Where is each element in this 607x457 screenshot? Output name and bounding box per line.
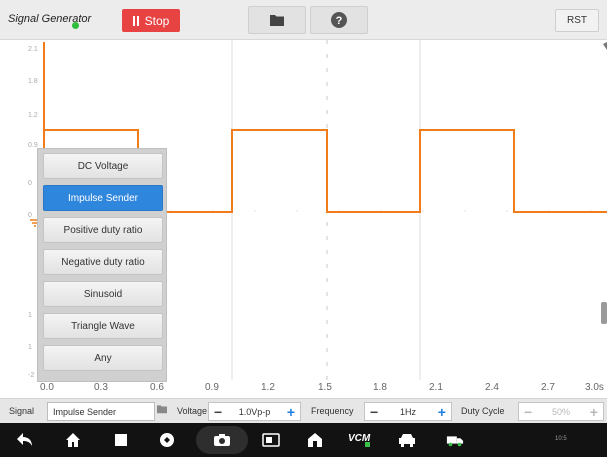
stop-button-label: Stop bbox=[144, 13, 170, 28]
help-button[interactable]: ? bbox=[310, 6, 368, 34]
duty-cycle-stepper: − 50% + bbox=[518, 402, 604, 421]
help-icon: ? bbox=[331, 12, 347, 28]
toolbar: Signal Generator Stop ? RST bbox=[0, 0, 607, 40]
home-icon[interactable] bbox=[64, 431, 82, 449]
menu-item-dc-voltage[interactable]: DC Voltage bbox=[43, 153, 163, 179]
stop-button[interactable]: Stop bbox=[122, 9, 180, 32]
recent-apps-icon[interactable] bbox=[112, 431, 130, 449]
truck-icon[interactable] bbox=[446, 431, 464, 449]
x-tick-label: 0.9 bbox=[205, 382, 219, 393]
voltage-value: 1.0Vp-p bbox=[238, 406, 271, 417]
screen-record-icon[interactable] bbox=[262, 431, 280, 449]
x-tick-label: 0.0 bbox=[40, 382, 54, 393]
connection-status-icon bbox=[72, 22, 79, 29]
duty-cycle-increase-button[interactable]: + bbox=[590, 405, 598, 419]
voltage-label: Voltage bbox=[177, 406, 208, 416]
menu-item-triangle-wave[interactable]: Triangle Wave bbox=[43, 313, 163, 339]
frequency-label: Frequency bbox=[311, 406, 354, 416]
menu-item-sinusoid[interactable]: Sinusoid bbox=[43, 281, 163, 307]
menu-item-any[interactable]: Any bbox=[43, 345, 163, 371]
y-tick-label: 1.8 bbox=[28, 78, 38, 85]
y-tick-label: 1 bbox=[28, 344, 32, 351]
x-tick-label: 1.2 bbox=[261, 382, 275, 393]
pause-icon bbox=[132, 15, 139, 26]
back-icon[interactable] bbox=[16, 431, 34, 449]
x-tick-label: 1.8 bbox=[373, 382, 387, 393]
status-tray-icon: 10:5 bbox=[555, 436, 567, 442]
menu-item-positive-duty-ratio[interactable]: Positive duty ratio bbox=[43, 217, 163, 243]
open-file-button[interactable] bbox=[248, 6, 306, 34]
frequency-value: 1Hz bbox=[399, 406, 416, 417]
system-nav-bar: VCM 10:5 bbox=[0, 423, 607, 457]
menu-item-negative-duty-ratio[interactable]: Negative duty ratio bbox=[43, 249, 163, 275]
signal-select-value: Impulse Sender bbox=[53, 406, 117, 417]
x-tick-label: 1.5 bbox=[318, 382, 332, 393]
shop-icon[interactable] bbox=[306, 431, 324, 449]
y-tick-label: 2.1 bbox=[28, 46, 38, 53]
folder-icon[interactable] bbox=[157, 404, 167, 414]
x-tick-label: 3.0s bbox=[585, 382, 604, 393]
voltage-stepper: − 1.0Vp-p + bbox=[208, 402, 301, 421]
y-tick-label: -2 bbox=[28, 372, 35, 379]
signal-select[interactable]: Impulse Sender bbox=[47, 402, 155, 421]
x-tick-label: 2.7 bbox=[541, 382, 555, 393]
y-tick-label: 1.2 bbox=[28, 112, 38, 119]
y-tick-label: 0 bbox=[28, 212, 32, 219]
y-tick-label: 0 bbox=[28, 180, 32, 187]
car-icon[interactable] bbox=[398, 431, 416, 449]
folder-icon bbox=[270, 15, 284, 26]
frequency-stepper: − 1Hz + bbox=[364, 402, 452, 421]
voltage-decrease-button[interactable]: − bbox=[214, 405, 222, 419]
duty-cycle-decrease-button[interactable]: − bbox=[524, 405, 532, 419]
x-tick-label: 2.1 bbox=[429, 382, 443, 393]
duty-cycle-value: 50% bbox=[551, 406, 570, 417]
y-tick-label: 1 bbox=[28, 312, 32, 319]
camera-icon[interactable] bbox=[213, 431, 231, 449]
voltage-increase-button[interactable]: + bbox=[287, 405, 295, 419]
duty-cycle-label: Duty Cycle bbox=[461, 406, 505, 416]
menu-item-impulse-sender[interactable]: Impulse Sender bbox=[43, 185, 163, 211]
vcm-status-icon bbox=[365, 442, 370, 447]
browser-icon[interactable] bbox=[158, 431, 176, 449]
signal-type-menu: DC Voltage Impulse Sender Positive duty … bbox=[37, 148, 167, 382]
x-tick-label: 0.3 bbox=[94, 382, 108, 393]
x-tick-label: 0.6 bbox=[150, 382, 164, 393]
x-tick-label: 2.4 bbox=[485, 382, 499, 393]
parameter-bar: Signal Impulse Sender Voltage − 1.0Vp-p … bbox=[0, 398, 607, 423]
trigger-marker-icon bbox=[603, 42, 607, 50]
svg-text:?: ? bbox=[336, 15, 343, 27]
rst-button[interactable]: RST bbox=[555, 9, 599, 32]
frequency-decrease-button[interactable]: − bbox=[370, 405, 378, 419]
scroll-handle bbox=[601, 302, 607, 324]
signal-label: Signal bbox=[9, 406, 35, 416]
frequency-increase-button[interactable]: + bbox=[438, 405, 446, 419]
